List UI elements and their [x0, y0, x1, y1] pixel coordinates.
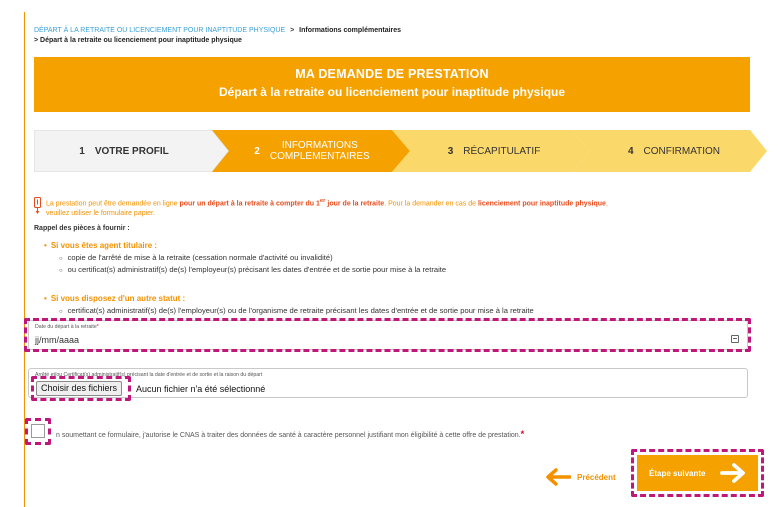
page: DÉPART À LA RETRAITE OU LICENCIEMENT POU…	[0, 0, 779, 507]
info-icon	[34, 197, 41, 214]
list-item: copie de l'arrêté de mise à la retraite …	[59, 253, 446, 265]
page-banner: MA DEMANDE DE PRESTATION Départ à la ret…	[34, 57, 750, 112]
documents-group-titulaire: Si vous êtes agent titulaire : copie de …	[44, 241, 446, 276]
choose-files-button[interactable]: Choisir des fichiers	[36, 381, 123, 396]
previous-button[interactable]: Précédent	[545, 468, 616, 486]
breadcrumb-separator: >	[34, 37, 39, 44]
step-label: VOTRE PROFIL	[94, 145, 169, 157]
consent-text: n soumettant ce formulaire, j'autorise l…	[56, 432, 521, 439]
step-number: 2	[254, 145, 260, 157]
document-upload-field: Arrêté et/ou Certificat(s) administratif…	[28, 368, 748, 398]
info-text-part: veuillez utiliser le formulaire papier.	[46, 210, 155, 218]
list-item: certificat(s) administratif(s) de(s) l'e…	[59, 306, 534, 318]
page-subtitle: Départ à la retraite ou licenciement pou…	[218, 85, 566, 99]
step-4-confirmation: 4 CONFIRMATION	[584, 130, 764, 172]
info-text-bold: licenciement pour inaptitude physique	[477, 200, 606, 208]
step-1-votre-profil: 1 VOTRE PROFIL	[34, 130, 214, 172]
arrow-left-icon	[546, 468, 571, 486]
step-label-line-2: COMPLEMENTAIRES	[269, 151, 370, 162]
breadcrumb-link[interactable]: DÉPART À LA RETRAITE OU LICENCIEMENT POU…	[34, 27, 285, 34]
step-label: RÉCAPITULATIF	[463, 145, 541, 157]
arrow-right-icon	[720, 463, 745, 483]
required-mark: *	[520, 429, 525, 439]
group-title: Si vous êtes agent titulaire :	[44, 241, 446, 250]
field-label: Arrêté et/ou Certificat(s) administratif…	[35, 372, 263, 378]
retirement-date-input[interactable]: jj/mm/aaaa	[35, 335, 79, 345]
breadcrumb-current: Informations complémentaires	[299, 27, 402, 34]
consent-checkbox[interactable]	[31, 424, 45, 438]
list-item: ou certificat(s) administratif(s) de(s) …	[59, 265, 447, 277]
step-label: CONFIRMATION	[643, 145, 721, 157]
group-title: Si vous disposez d'un autre statut :	[44, 294, 534, 303]
consent-label: n soumettant ce formulaire, j'autorise l…	[56, 429, 524, 439]
left-accent-rule	[24, 12, 25, 507]
step-label-line-1: INFORMATIONS	[281, 140, 358, 151]
breadcrumb-separator: >	[290, 27, 295, 34]
breadcrumb-second-line: Départ à la retraite ou licenciement pou…	[40, 37, 242, 44]
file-status: Aucun fichier n'a été sélectionné	[136, 384, 266, 394]
step-label: INFORMATIONS COMPLEMENTAIRES	[270, 140, 370, 162]
next-step-button[interactable]: Étape suivante	[637, 455, 758, 491]
breadcrumb: DÉPART À LA RETRAITE OU LICENCIEMENT POU…	[34, 26, 401, 46]
page-title: MA DEMANDE DE PRESTATION	[295, 67, 489, 81]
retirement-date-field[interactable]: Date du départ à la retraite* jj/mm/aaaa	[28, 320, 748, 350]
next-step-label: Étape suivante	[649, 468, 706, 478]
info-text-part: . Pour la demander en cas de	[384, 200, 478, 208]
stepper: 1 VOTRE PROFIL 2 INFORMATIONS COMPLEMENT…	[34, 130, 768, 172]
info-text-part: ,	[605, 200, 608, 208]
step-2-informations-complementaires: 2 INFORMATIONS COMPLEMENTAIRES	[222, 130, 402, 172]
step-number: 4	[627, 145, 634, 157]
info-text-bold: pour un départ à la retraite à compter d…	[179, 200, 320, 208]
info-notice: La prestation peut être demandée en lign…	[34, 196, 774, 219]
documents-group-autre-statut: Si vous disposez d'un autre statut : cer…	[44, 294, 534, 318]
step-number: 1	[79, 145, 85, 157]
retirement-date-label: Date du départ à la retraite	[35, 324, 97, 330]
step-3-recapitulatif: 3 RÉCAPITULATIF	[404, 130, 584, 172]
previous-label: Précédent	[577, 472, 616, 482]
calendar-icon[interactable]	[731, 335, 739, 343]
info-text-bold: jour de la retraite	[325, 200, 385, 208]
required-mark: *	[96, 324, 99, 330]
step-number: 3	[447, 145, 454, 157]
info-text-part: La prestation peut être demandée en lign…	[46, 200, 180, 208]
field-label: Date du départ à la retraite*	[35, 324, 99, 330]
reminder-title: Rappel des pièces à fournir :	[34, 225, 130, 232]
